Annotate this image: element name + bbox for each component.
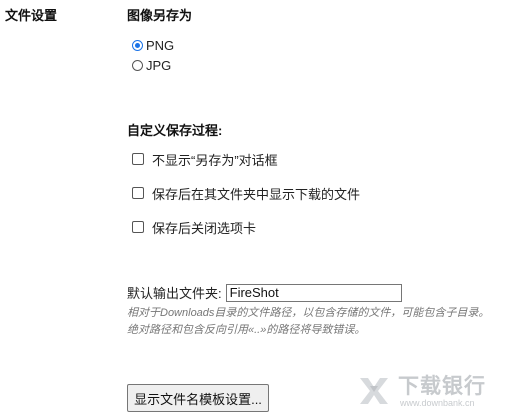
checkbox-no-save-as-dialog[interactable]: 不显示“另存为”对话框	[132, 151, 278, 168]
output-folder-input[interactable]	[225, 283, 402, 302]
settings-page: 文件设置 图像另存为 PNG JPG 自定义保存过程: 不显示“另存为”对话框 …	[0, 0, 515, 418]
checkbox-close-tab-box[interactable]	[132, 221, 144, 233]
checkbox-close-tab-label: 保存后关闭选项卡	[152, 220, 257, 236]
radio-png-button[interactable]	[132, 39, 143, 51]
checkbox-no-save-as-dialog-label: 不显示“另存为”对话框	[152, 152, 278, 168]
watermark-title: 下载银行	[398, 375, 486, 398]
checkbox-show-in-folder[interactable]: 保存后在其文件夹中显示下载的文件	[132, 185, 361, 202]
filename-template-settings-button[interactable]: 显示文件名模板设置...	[127, 384, 269, 412]
output-folder-row: 默认输出文件夹:	[127, 283, 402, 302]
save-as-title: 图像另存为	[127, 8, 193, 23]
checkbox-show-in-folder-box[interactable]	[132, 187, 144, 199]
output-folder-label: 默认输出文件夹:	[127, 286, 222, 301]
file-settings-section-label: 文件设置	[5, 8, 58, 23]
radio-jpg-button[interactable]	[132, 59, 143, 71]
output-folder-hint-line2: 绝对路径和包含反向引用«..»的路径将导致错误。	[127, 324, 366, 336]
radio-png[interactable]: PNG	[132, 37, 174, 53]
radio-jpg-label: JPG	[146, 57, 172, 73]
radio-jpg[interactable]: JPG	[132, 57, 171, 73]
checkbox-show-in-folder-label: 保存后在其文件夹中显示下载的文件	[152, 186, 361, 202]
watermark: 下载银行 www.downbank.cn	[356, 370, 512, 414]
radio-png-label: PNG	[146, 37, 175, 53]
output-folder-hint-line1: 相对于Downloads目录的文件路径，以包含存储的文件，可能包含子目录。	[127, 307, 490, 319]
settings-main-panel: 图像另存为 PNG JPG 自定义保存过程: 不显示“另存为”对话框 保存后在其…	[127, 0, 515, 418]
checkbox-close-tab[interactable]: 保存后关闭选项卡	[132, 219, 257, 236]
watermark-url: www.downbank.cn	[400, 398, 475, 408]
checkbox-no-save-as-dialog-box[interactable]	[132, 153, 144, 165]
downbank-logo-icon	[360, 378, 388, 404]
custom-save-title: 自定义保存过程:	[127, 123, 223, 138]
